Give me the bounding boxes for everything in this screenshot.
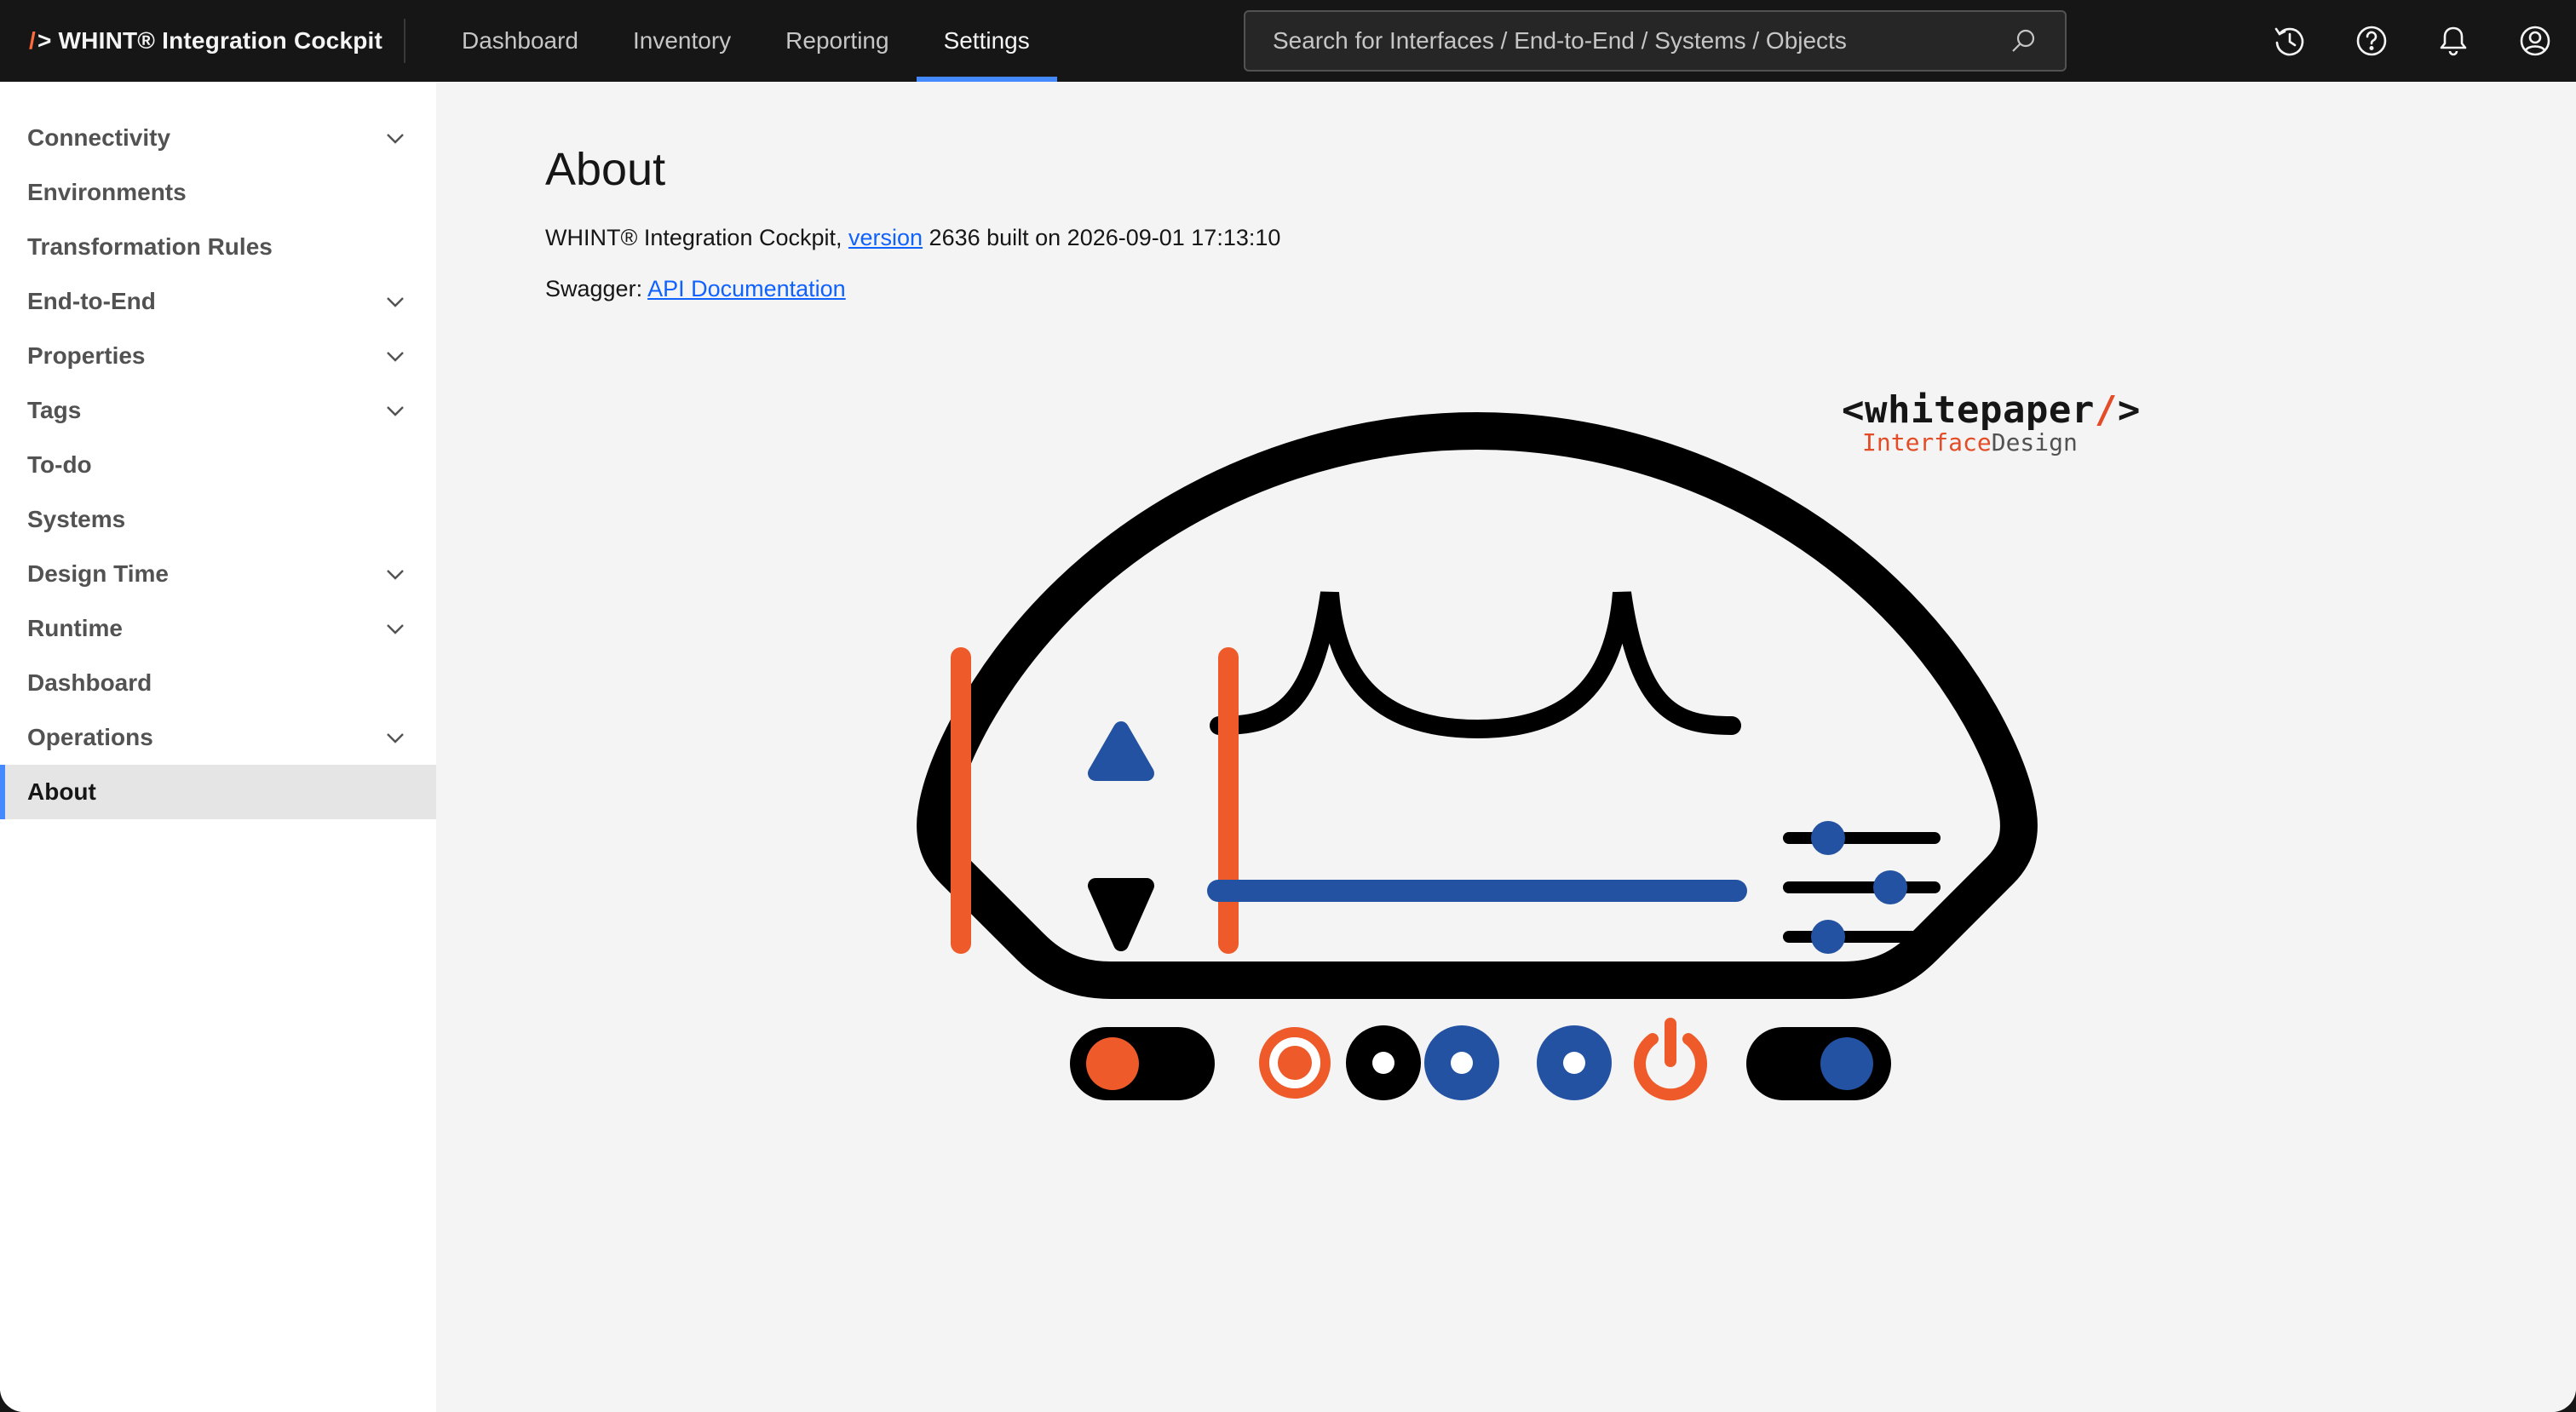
notification-icon (2440, 26, 2467, 56)
power-icon (1634, 1018, 1707, 1101)
help-button[interactable] (2331, 0, 2412, 82)
settings-sidebar: Connectivity Environments Transformation… (0, 82, 436, 1412)
sidebar-item-systems[interactable]: Systems (0, 492, 436, 547)
nav-reporting[interactable]: Reporting (758, 0, 916, 82)
nav-dashboard[interactable]: Dashboard (434, 0, 606, 82)
brand-logo[interactable]: / > WHINT® Integration Cockpit (0, 19, 405, 63)
sidebar-item-to-do[interactable]: To-do (0, 438, 436, 492)
bridge-cable (1210, 591, 1741, 739)
sidebar-item-label: To-do (27, 451, 92, 478)
chevron-down-icon (387, 134, 404, 144)
build-info: 2636 built on 2026-09-01 17:13:10 (923, 225, 1281, 250)
search-input[interactable] (1273, 27, 2010, 55)
app-window: / > WHINT® Integration Cockpit Dashboard … (0, 0, 2576, 1412)
toggle-left-icon (1070, 1027, 1215, 1100)
brand-name: WHINT® Integration Cockpit (58, 27, 383, 54)
sidebar-item-design-time[interactable]: Design Time (0, 547, 436, 601)
sidebar-item-label: End-to-End (27, 288, 156, 314)
chevron-down-icon (387, 352, 404, 362)
notifications-button[interactable] (2412, 0, 2494, 82)
sidebar-item-transformation-rules[interactable]: Transformation Rules (0, 220, 436, 274)
sidebar-item-environments[interactable]: Environments (0, 165, 436, 220)
sidebar-item-label: Environments (27, 179, 187, 205)
global-search (1244, 10, 2067, 72)
sidebar-item-label: Runtime (27, 615, 123, 641)
sidebar-item-label: Operations (27, 724, 153, 750)
sidebar-item-runtime[interactable]: Runtime (0, 601, 436, 656)
nav-settings[interactable]: Settings (916, 0, 1057, 82)
sidebar-item-label: Properties (27, 342, 146, 369)
user-profile-icon (2520, 26, 2550, 56)
version-info: WHINT® Integration Cockpit, version 2636… (545, 225, 1280, 251)
chevron-down-icon (387, 624, 404, 634)
page-title: About (545, 144, 666, 195)
integration-cockpit-illustration (917, 412, 2038, 1101)
sidebar-item-label: Systems (27, 506, 126, 532)
sidebar-item-label: Connectivity (27, 124, 171, 151)
sidebar-item-label: About (27, 778, 96, 805)
toggle-right-icon (1746, 1027, 1891, 1100)
sidebar-item-label: Dashboard (27, 669, 152, 696)
help-icon (2356, 26, 2387, 56)
main-nav: Dashboard Inventory Reporting Settings (434, 0, 1057, 82)
arrow-up-icon (1088, 721, 1154, 781)
sidebar-item-label: Design Time (27, 560, 169, 587)
sidebar-item-tags[interactable]: Tags (0, 383, 436, 438)
about-page: About WHINT® Integration Cockpit, versio… (436, 82, 2576, 1412)
search-icon[interactable] (2010, 27, 2038, 55)
product-name: WHINT® Integration Cockpit, (545, 225, 848, 250)
sidebar-item-properties[interactable]: Properties (0, 329, 436, 383)
brand-slash-icon: / (29, 27, 36, 54)
sidebar-item-label: Tags (27, 397, 82, 423)
swagger-label: Swagger: (545, 276, 648, 301)
chevron-down-icon (387, 406, 404, 416)
user-profile-button[interactable] (2494, 0, 2576, 82)
sliders-icon (1783, 821, 1941, 954)
sidebar-item-end-to-end[interactable]: End-to-End (0, 274, 436, 329)
history-button[interactable] (2249, 0, 2331, 82)
sidebar-item-about[interactable]: About (0, 765, 436, 819)
swagger-info: Swagger: API Documentation (545, 276, 846, 302)
sidebar-item-label: Transformation Rules (27, 233, 273, 260)
arrow-down-icon (1088, 878, 1154, 951)
control-buttons-icon (1259, 1025, 1612, 1100)
api-documentation-link[interactable]: API Documentation (647, 276, 846, 301)
nav-inventory[interactable]: Inventory (606, 0, 758, 82)
sidebar-item-operations[interactable]: Operations (0, 710, 436, 765)
sidebar-item-dashboard[interactable]: Dashboard (0, 656, 436, 710)
version-link[interactable]: version (848, 225, 923, 250)
sidebar-item-connectivity[interactable]: Connectivity (0, 111, 436, 165)
brand-chevron-icon: > (37, 27, 52, 54)
history-icon (2274, 27, 2304, 56)
chevron-down-icon (387, 297, 404, 307)
chevron-down-icon (387, 570, 404, 580)
chevron-down-icon (387, 733, 404, 743)
top-header: / > WHINT® Integration Cockpit Dashboard … (0, 0, 2576, 82)
header-actions (2249, 0, 2576, 82)
